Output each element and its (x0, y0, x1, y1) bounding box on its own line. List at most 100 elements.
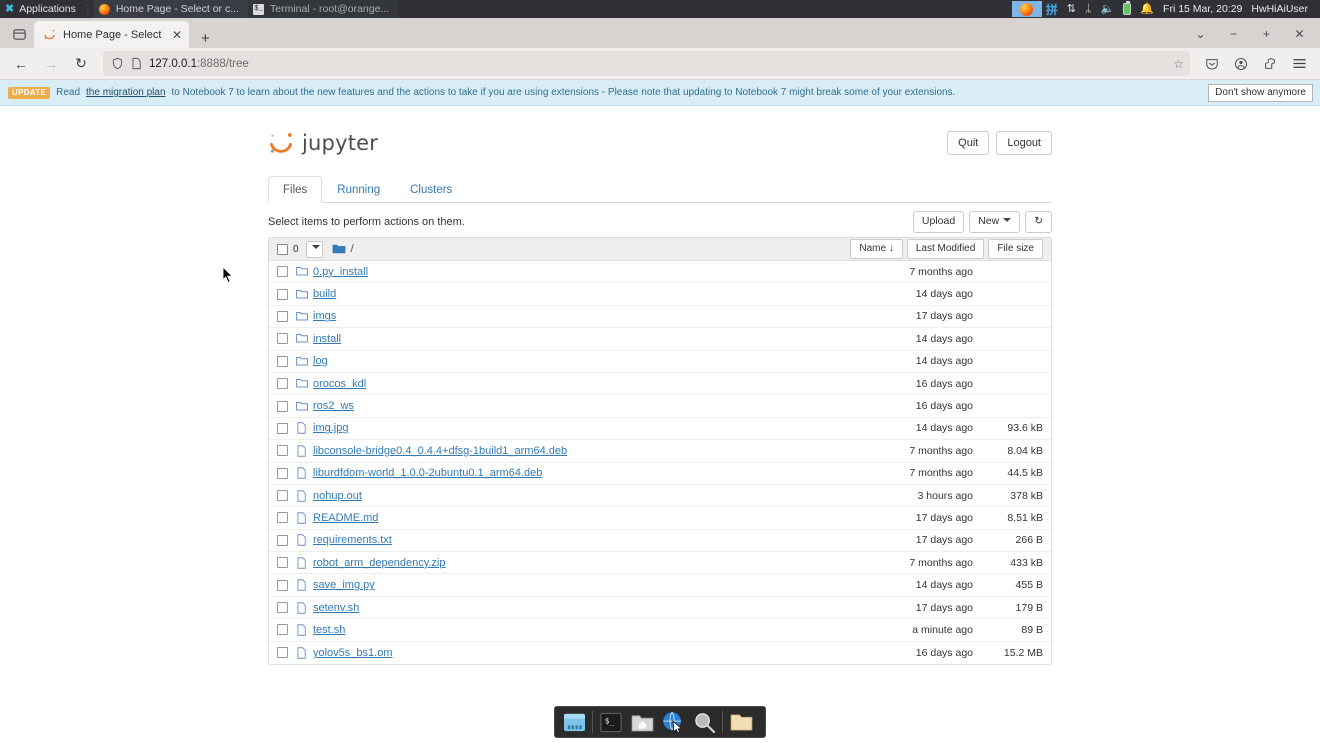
table-row[interactable]: test.sh a minute ago 89 B (269, 619, 1051, 642)
reload-button[interactable]: ↻ (67, 51, 95, 77)
username-label[interactable]: HwHiAiUser (1251, 3, 1312, 15)
battery-icon[interactable] (1123, 1, 1132, 15)
network-icon[interactable]: ⇅ (1067, 3, 1076, 15)
breadcrumb-root[interactable]: / (351, 243, 354, 255)
close-tab-icon[interactable]: ✕ (172, 29, 182, 41)
tab-clusters[interactable]: Clusters (395, 176, 467, 203)
list-all-tabs-icon[interactable]: ⌄ (1184, 22, 1217, 46)
search-icon[interactable] (691, 710, 717, 735)
clock[interactable]: Fri 15 Mar, 20:29 (1163, 3, 1242, 15)
tray-firefox-launcher[interactable] (1011, 1, 1042, 17)
taskbar-window-firefox[interactable]: Home Page - Select or c... (93, 0, 248, 18)
row-checkbox[interactable] (277, 557, 288, 569)
table-row[interactable]: README.md 17 days ago 8.51 kB (269, 507, 1051, 530)
migration-plan-link[interactable]: the migration plan (86, 87, 166, 98)
input-method-icon[interactable]: 拼 (1046, 1, 1058, 18)
row-checkbox[interactable] (277, 490, 288, 502)
file-name-link[interactable]: img.jpg (313, 422, 348, 434)
browser-tab[interactable]: Home Page - Select or cr ✕ (34, 21, 189, 48)
row-checkbox[interactable] (277, 333, 288, 345)
logout-button[interactable]: Logout (996, 130, 1052, 156)
row-checkbox[interactable] (277, 647, 288, 659)
new-dropdown-button[interactable]: New (969, 211, 1021, 233)
table-row[interactable]: log 14 days ago (269, 351, 1051, 373)
maximize-button[interactable]: + (1250, 22, 1283, 46)
row-checkbox[interactable] (277, 288, 288, 300)
file-name-link[interactable]: ros2_ws (313, 400, 354, 412)
address-bar[interactable]: 127.0.0.1:8888/tree ☆ (103, 51, 1190, 76)
table-row[interactable]: robot_arm_dependency.zip 7 months ago 433 … (269, 552, 1051, 575)
account-icon[interactable] (1227, 51, 1255, 77)
table-row[interactable]: 0.py_install 7 months ago (269, 261, 1051, 284)
row-checkbox[interactable] (277, 624, 288, 636)
table-row[interactable]: orocos_kdl 16 days ago (269, 373, 1051, 396)
file-manager-icon[interactable] (728, 710, 754, 735)
table-row[interactable]: imgs 17 days ago (269, 306, 1051, 329)
file-name-link[interactable]: orocos_kdl (313, 378, 366, 390)
table-row[interactable]: requirements.txt 17 days ago 266 B (269, 530, 1051, 553)
row-checkbox[interactable] (277, 266, 288, 278)
table-row[interactable]: build 14 days ago (269, 283, 1051, 306)
tab-files[interactable]: Files (268, 176, 323, 203)
row-checkbox[interactable] (277, 400, 288, 412)
row-checkbox[interactable] (277, 512, 288, 524)
table-row[interactable]: save_img.py 14 days ago 455 B (269, 574, 1051, 597)
jupyter-logo[interactable]: jupyter (268, 130, 378, 156)
table-row[interactable]: setenv.sh 17 days ago 179 B (269, 597, 1051, 620)
row-checkbox[interactable] (277, 378, 288, 390)
terminal-icon[interactable]: $_ (598, 710, 624, 735)
applications-menu[interactable]: ✖ Applications (0, 0, 82, 18)
new-tab-button[interactable]: + (189, 31, 220, 48)
file-name-link[interactable]: nohup.out (313, 490, 362, 502)
forward-button[interactable]: → (37, 51, 65, 77)
file-name-link[interactable]: yolov5s_bs1.om (313, 647, 393, 659)
file-name-link[interactable]: 0.py_install (313, 266, 368, 278)
extensions-icon[interactable] (1256, 51, 1284, 77)
notification-bell-icon[interactable]: 🔔 (1140, 3, 1154, 15)
table-row[interactable]: img.jpg 14 days ago 93.6 kB (269, 418, 1051, 441)
select-dropdown-button[interactable] (305, 240, 323, 258)
table-row[interactable]: nohup.out 3 hours ago 378 kB (269, 485, 1051, 508)
close-window-button[interactable]: ✕ (1283, 22, 1316, 46)
file-name-link[interactable]: log (313, 355, 328, 367)
column-name-sort[interactable]: Name ↓ (850, 239, 903, 259)
row-checkbox[interactable] (277, 467, 288, 479)
table-row[interactable]: yolov5s_bs1.om 16 days ago 15.2 MB (269, 642, 1051, 664)
column-last-modified[interactable]: Last Modified (906, 239, 985, 259)
table-row[interactable]: ros2_ws 16 days ago (269, 395, 1051, 418)
quit-button[interactable]: Quit (947, 130, 990, 156)
table-row[interactable]: liburdfdom-world_1.0.0-2ubuntu0.1_arm64.… (269, 463, 1051, 485)
file-name-link[interactable]: imgs (313, 310, 336, 322)
row-checkbox[interactable] (277, 602, 288, 614)
upload-button[interactable]: Upload (912, 211, 965, 233)
file-name-link[interactable]: build (313, 288, 336, 300)
bookmark-star-icon[interactable]: ☆ (1173, 57, 1184, 71)
file-name-link[interactable]: test.sh (313, 624, 345, 636)
row-checkbox[interactable] (277, 310, 288, 322)
app-finder-icon[interactable] (561, 710, 587, 735)
file-name-link[interactable]: README.md (313, 512, 378, 524)
tab-running[interactable]: Running (322, 176, 395, 203)
file-name-link[interactable]: libconsole-bridge0.4_0.4.4+dfsg-1build1_… (313, 445, 567, 457)
back-button[interactable]: ← (7, 51, 35, 77)
row-checkbox[interactable] (277, 422, 288, 434)
file-name-link[interactable]: install (313, 333, 341, 345)
table-row[interactable]: install 14 days ago (269, 328, 1051, 351)
home-folder-icon[interactable] (629, 710, 655, 735)
select-all-checkbox[interactable] (277, 243, 288, 255)
table-row[interactable]: libconsole-bridge0.4_0.4.4+dfsg-1build1_… (269, 440, 1051, 463)
row-checkbox[interactable] (277, 534, 288, 546)
firefox-view-button[interactable] (4, 20, 34, 48)
column-file-size[interactable]: File size (988, 239, 1043, 259)
file-name-link[interactable]: liburdfdom-world_1.0.0-2ubuntu0.1_arm64.… (313, 467, 542, 479)
row-checkbox[interactable] (277, 445, 288, 457)
row-checkbox[interactable] (277, 579, 288, 591)
web-browser-icon[interactable] (660, 710, 686, 735)
pocket-icon[interactable] (1198, 51, 1226, 77)
volume-icon[interactable]: 🔈 (1101, 3, 1115, 15)
bluetooth-icon[interactable]: ᛦ (1085, 3, 1092, 15)
file-name-link[interactable]: robot_arm_dependency.zip (313, 557, 446, 569)
file-name-link[interactable]: save_img.py (313, 579, 375, 591)
minimize-button[interactable]: − (1217, 22, 1250, 46)
dismiss-banner-button[interactable]: Don't show anymore (1208, 84, 1313, 102)
